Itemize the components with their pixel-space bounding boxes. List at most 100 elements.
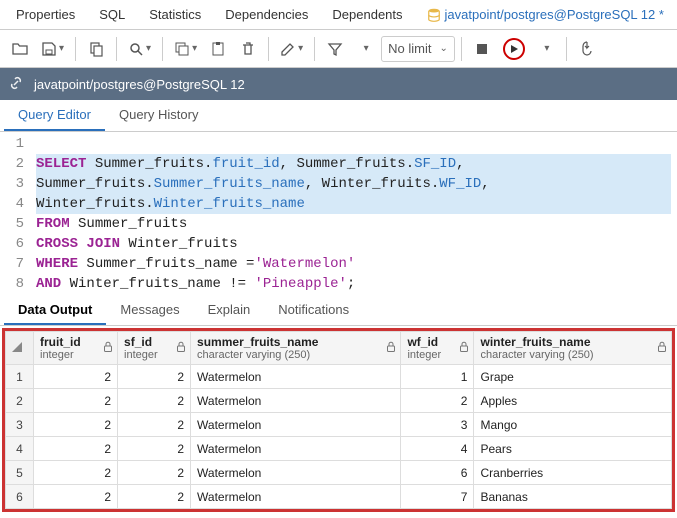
- cell[interactable]: Apples: [474, 389, 672, 413]
- column-header[interactable]: fruit_idinteger: [34, 332, 118, 365]
- cell[interactable]: 2: [34, 389, 118, 413]
- table-row[interactable]: 522Watermelon6Cranberries: [6, 461, 672, 485]
- cell[interactable]: Watermelon: [191, 389, 401, 413]
- connection-bar: javatpoint/postgres@PostgreSQL 12: [0, 68, 677, 100]
- cell[interactable]: 2: [34, 461, 118, 485]
- tab-properties[interactable]: Properties: [6, 1, 85, 28]
- lock-icon: [103, 341, 113, 355]
- paste-button[interactable]: [204, 35, 232, 63]
- column-header[interactable]: winter_fruits_namecharacter varying (250…: [474, 332, 672, 365]
- chevron-down-icon: ▾: [146, 43, 151, 54]
- cell[interactable]: 2: [34, 485, 118, 509]
- cell[interactable]: 3: [401, 413, 474, 437]
- query-tabs: Query Editor Query History: [0, 100, 677, 132]
- limit-dropdown[interactable]: No limit ⌄: [381, 36, 455, 62]
- cell[interactable]: Cranberries: [474, 461, 672, 485]
- cell[interactable]: 2: [401, 389, 474, 413]
- chevron-down-icon: ▾: [59, 43, 64, 54]
- cell[interactable]: 2: [118, 461, 191, 485]
- cell[interactable]: Pears: [474, 437, 672, 461]
- tab-dependents[interactable]: Dependents: [322, 1, 412, 28]
- cell[interactable]: 4: [401, 437, 474, 461]
- stop-button[interactable]: [468, 35, 496, 63]
- table-row[interactable]: 122Watermelon1Grape: [6, 365, 672, 389]
- chevron-down-icon: ▾: [544, 43, 549, 54]
- output-tabs: Data Output Messages Explain Notificatio…: [0, 296, 677, 326]
- row-number[interactable]: 6: [6, 485, 34, 509]
- table-row[interactable]: 622Watermelon7Bananas: [6, 485, 672, 509]
- chevron-down-icon: ▾: [298, 43, 303, 54]
- lock-icon: [459, 341, 469, 355]
- chevron-down-icon: ▾: [364, 43, 369, 54]
- cell[interactable]: 6: [401, 461, 474, 485]
- edit-button[interactable]: ▾: [275, 35, 308, 63]
- copy-button[interactable]: [82, 35, 110, 63]
- chevron-down-icon: ⌄: [439, 43, 447, 54]
- tab-query-tool[interactable]: javatpoint/postgres@PostgreSQL 12 *: [417, 1, 674, 28]
- editor-code[interactable]: SELECT Summer_fruits.fruit_id, Summer_fr…: [30, 132, 677, 296]
- row-header-corner[interactable]: [6, 332, 34, 365]
- result-grid-wrap: fruit_idintegersf_idintegersummer_fruits…: [2, 328, 675, 512]
- row-number[interactable]: 5: [6, 461, 34, 485]
- cell[interactable]: Grape: [474, 365, 672, 389]
- open-file-button[interactable]: [6, 35, 34, 63]
- toolbar: ▾ ▾ ▾ ▾ ▾ No limit ⌄ ▾: [0, 30, 677, 68]
- cell[interactable]: 2: [118, 389, 191, 413]
- cell[interactable]: Watermelon: [191, 485, 401, 509]
- column-header[interactable]: wf_idinteger: [401, 332, 474, 365]
- sql-editor[interactable]: 12345678 SELECT Summer_fruits.fruit_id, …: [0, 132, 677, 296]
- save-button[interactable]: ▾: [36, 35, 69, 63]
- cell[interactable]: 2: [34, 437, 118, 461]
- result-grid[interactable]: fruit_idintegersf_idintegersummer_fruits…: [5, 331, 672, 509]
- tab-query-editor[interactable]: Query Editor: [4, 100, 105, 131]
- cell[interactable]: 2: [34, 365, 118, 389]
- tab-statistics[interactable]: Statistics: [139, 1, 211, 28]
- limit-label: No limit: [388, 41, 431, 56]
- commit-button[interactable]: [573, 35, 601, 63]
- column-header[interactable]: summer_fruits_namecharacter varying (250…: [191, 332, 401, 365]
- cell[interactable]: Mango: [474, 413, 672, 437]
- cell[interactable]: 7: [401, 485, 474, 509]
- filter-button[interactable]: [321, 35, 349, 63]
- lock-icon: [657, 341, 667, 355]
- cell[interactable]: 2: [118, 413, 191, 437]
- editor-gutter: 12345678: [0, 132, 30, 296]
- execute-options-button[interactable]: ▾: [532, 35, 560, 63]
- execute-button[interactable]: [498, 35, 530, 63]
- filter-options-button[interactable]: ▾: [351, 35, 379, 63]
- tab-explain[interactable]: Explain: [194, 296, 265, 325]
- tab-query-history[interactable]: Query History: [105, 100, 212, 131]
- cell[interactable]: Watermelon: [191, 461, 401, 485]
- cell[interactable]: 1: [401, 365, 474, 389]
- cell[interactable]: Bananas: [474, 485, 672, 509]
- copy-row-button[interactable]: ▾: [169, 35, 202, 63]
- tab-notifications[interactable]: Notifications: [264, 296, 363, 325]
- play-icon: [503, 38, 525, 60]
- table-row[interactable]: 422Watermelon4Pears: [6, 437, 672, 461]
- table-row[interactable]: 222Watermelon2Apples: [6, 389, 672, 413]
- cell[interactable]: Watermelon: [191, 437, 401, 461]
- tab-sql[interactable]: SQL: [89, 1, 135, 28]
- tab-query-tool-label: javatpoint/postgres@PostgreSQL 12 *: [445, 7, 664, 22]
- connection-label: javatpoint/postgres@PostgreSQL 12: [34, 77, 245, 92]
- cell[interactable]: 2: [34, 413, 118, 437]
- column-header[interactable]: sf_idinteger: [118, 332, 191, 365]
- cell[interactable]: 2: [118, 437, 191, 461]
- cell[interactable]: 2: [118, 365, 191, 389]
- table-row[interactable]: 322Watermelon3Mango: [6, 413, 672, 437]
- row-number[interactable]: 4: [6, 437, 34, 461]
- cell[interactable]: 2: [118, 485, 191, 509]
- row-number[interactable]: 1: [6, 365, 34, 389]
- tab-dependencies[interactable]: Dependencies: [215, 1, 318, 28]
- lock-icon: [176, 341, 186, 355]
- tab-data-output[interactable]: Data Output: [4, 296, 106, 325]
- search-button[interactable]: ▾: [123, 35, 156, 63]
- cell[interactable]: Watermelon: [191, 365, 401, 389]
- row-number[interactable]: 3: [6, 413, 34, 437]
- row-number[interactable]: 2: [6, 389, 34, 413]
- chevron-down-icon: ▾: [192, 43, 197, 54]
- cell[interactable]: Watermelon: [191, 413, 401, 437]
- tab-messages[interactable]: Messages: [106, 296, 193, 325]
- lock-icon: [386, 341, 396, 355]
- delete-button[interactable]: [234, 35, 262, 63]
